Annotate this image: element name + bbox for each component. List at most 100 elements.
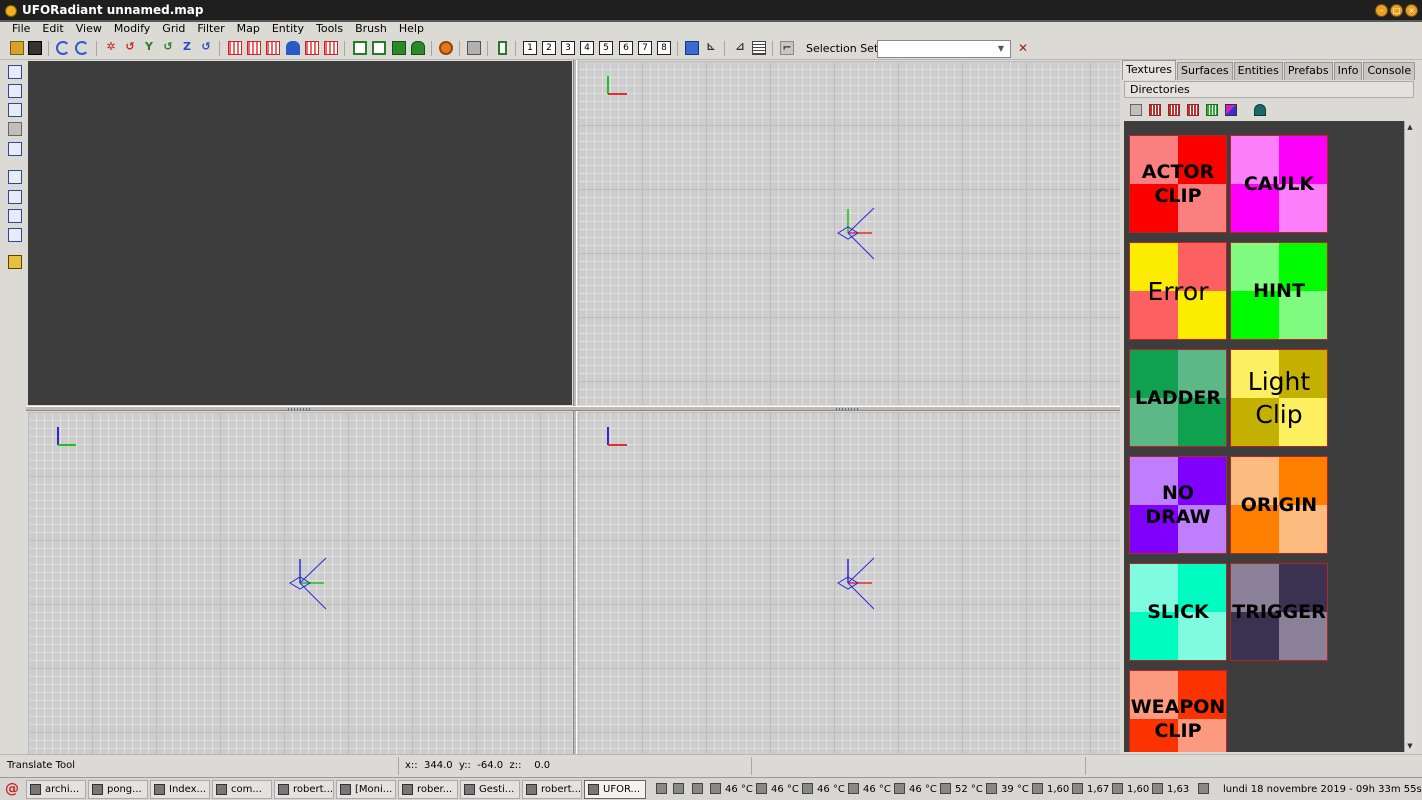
- texture-tile[interactable]: WEAPON CLIP: [1129, 670, 1227, 752]
- horizontal-splitter[interactable]: [26, 406, 1120, 411]
- texture-tile[interactable]: CAULK: [1230, 135, 1328, 233]
- tab-surfaces[interactable]: Surfaces: [1177, 62, 1233, 80]
- rotate-tool-icon[interactable]: [8, 84, 22, 98]
- menu-edit[interactable]: Edit: [36, 22, 69, 38]
- menu-filter[interactable]: Filter: [191, 22, 230, 38]
- title-bar[interactable]: UFORadiant unnamed.map – □ ×: [0, 0, 1422, 22]
- taskbar-item[interactable]: archi...: [26, 780, 86, 799]
- cube-solid-icon[interactable]: [392, 41, 406, 55]
- headphones-icon[interactable]: [1254, 104, 1266, 116]
- taskbar-item[interactable]: Index...: [150, 780, 210, 799]
- csg-hollow-icon[interactable]: [266, 41, 280, 55]
- level-1-button[interactable]: 1: [523, 41, 537, 55]
- grid-icon[interactable]: [752, 41, 766, 55]
- translate-tool-icon[interactable]: [8, 65, 22, 79]
- tray-icon[interactable]: [673, 783, 684, 794]
- front-view-viewport[interactable]: [578, 412, 1120, 754]
- cube-wire-icon[interactable]: [353, 41, 367, 55]
- menu-map[interactable]: Map: [231, 22, 266, 38]
- tab-console[interactable]: Console: [1363, 62, 1416, 80]
- power-icon[interactable]: [1198, 783, 1209, 794]
- tray-icon[interactable]: [692, 783, 703, 794]
- level-8-button[interactable]: 8: [657, 41, 671, 55]
- taskbar-item[interactable]: robert...: [522, 780, 582, 799]
- menu-entity[interactable]: Entity: [266, 22, 310, 38]
- texture-tile[interactable]: Light Clip: [1230, 349, 1328, 447]
- open-folder-icon[interactable]: [10, 41, 24, 55]
- menu-brush[interactable]: Brush: [349, 22, 393, 38]
- scroll-down-icon[interactable]: ▼: [1405, 741, 1415, 751]
- rotate-y-icon[interactable]: ↺: [161, 41, 175, 55]
- lock-icon[interactable]: [8, 255, 22, 269]
- scale-tool-icon[interactable]: [8, 103, 22, 117]
- texture-tile[interactable]: TRIGGER: [1230, 563, 1328, 661]
- taskbar-item[interactable]: [Moni...: [336, 780, 396, 799]
- level-6-button[interactable]: 6: [619, 41, 633, 55]
- toggle-axis-icon[interactable]: ⊿: [733, 41, 747, 55]
- menu-file[interactable]: File: [6, 22, 36, 38]
- top-view-viewport[interactable]: [578, 61, 1120, 405]
- clip-tool-icon[interactable]: [8, 142, 22, 156]
- flip-x-icon[interactable]: ✲: [104, 41, 118, 55]
- tab-info[interactable]: Info: [1333, 62, 1363, 80]
- view-green-icon[interactable]: [1206, 104, 1218, 116]
- minimize-button[interactable]: –: [1375, 4, 1388, 17]
- entity-figure-icon[interactable]: [411, 41, 425, 55]
- view-color-icon[interactable]: [1225, 104, 1237, 116]
- rotate-x-icon[interactable]: ↺: [123, 41, 137, 55]
- menu-tools[interactable]: Tools: [310, 22, 349, 38]
- level-5-button[interactable]: 5: [599, 41, 613, 55]
- region-icon[interactable]: [467, 41, 481, 55]
- selection-set-input[interactable]: [877, 40, 1011, 58]
- level-icon[interactable]: [498, 41, 507, 55]
- tab-entities[interactable]: Entities: [1233, 62, 1283, 80]
- taskbar-item[interactable]: robert...: [274, 780, 334, 799]
- directories-menu[interactable]: Directories: [1124, 81, 1414, 98]
- texture-scrollbar[interactable]: ▲ ▼: [1404, 121, 1415, 752]
- redo-icon[interactable]: [75, 41, 89, 55]
- view-grid-icon[interactable]: [1168, 104, 1180, 116]
- axis-icon[interactable]: ⊾: [704, 41, 718, 55]
- tab-prefabs[interactable]: Prefabs: [1283, 62, 1333, 80]
- texture-tile[interactable]: SLICK: [1129, 563, 1227, 661]
- level-4-button[interactable]: 4: [580, 41, 594, 55]
- camera-viewport[interactable]: [28, 61, 572, 405]
- texture-browser[interactable]: ACTOR CLIP CAULK Error HINT LADDER Light Clip…: [1124, 121, 1404, 752]
- drag-select-icon[interactable]: [8, 122, 22, 136]
- level-2-button[interactable]: 2: [542, 41, 556, 55]
- texture-tile[interactable]: ORIGIN: [1230, 456, 1328, 554]
- side-view-viewport[interactable]: [28, 412, 572, 754]
- start-menu-icon[interactable]: @: [4, 781, 20, 797]
- texture-tile[interactable]: ACTOR CLIP: [1129, 135, 1227, 233]
- select-entity-icon[interactable]: [286, 41, 300, 55]
- texture-tile[interactable]: Error: [1129, 242, 1227, 340]
- level-3-button[interactable]: 3: [561, 41, 575, 55]
- undo-icon[interactable]: [56, 41, 70, 55]
- taskbar-item[interactable]: UFOR...: [584, 780, 646, 799]
- texture-tile[interactable]: NO DRAW: [1129, 456, 1227, 554]
- maximize-button[interactable]: □: [1390, 4, 1403, 17]
- flip-z-icon[interactable]: Z: [180, 41, 194, 55]
- view-used-icon[interactable]: [1149, 104, 1161, 116]
- view-grid-small-icon[interactable]: [1187, 104, 1199, 116]
- tray-icon[interactable]: [656, 783, 667, 794]
- menu-help[interactable]: Help: [393, 22, 430, 38]
- menu-modify[interactable]: Modify: [108, 22, 156, 38]
- taskbar-item[interactable]: pong...: [88, 780, 148, 799]
- face-mode-icon[interactable]: [8, 228, 22, 242]
- level-7-button[interactable]: 7: [638, 41, 652, 55]
- view-all-icon[interactable]: [1130, 104, 1142, 116]
- csg-merge-icon[interactable]: [247, 41, 261, 55]
- texture-scale-icon[interactable]: [8, 190, 22, 204]
- close-button[interactable]: ×: [1405, 4, 1418, 17]
- scroll-up-icon[interactable]: ▲: [1405, 122, 1415, 132]
- tab-textures[interactable]: Textures: [1122, 60, 1176, 80]
- texture-align-icon[interactable]: [8, 209, 22, 223]
- flip-y-icon[interactable]: Y: [142, 41, 156, 55]
- refresh-textures-icon[interactable]: [439, 41, 453, 55]
- select-touching-icon[interactable]: [324, 41, 338, 55]
- selection-set-clear-icon[interactable]: ✕: [1018, 41, 1028, 55]
- select-inside-icon[interactable]: [305, 41, 319, 55]
- csg-subtract-icon[interactable]: [228, 41, 242, 55]
- texture-lock-icon[interactable]: [8, 170, 22, 184]
